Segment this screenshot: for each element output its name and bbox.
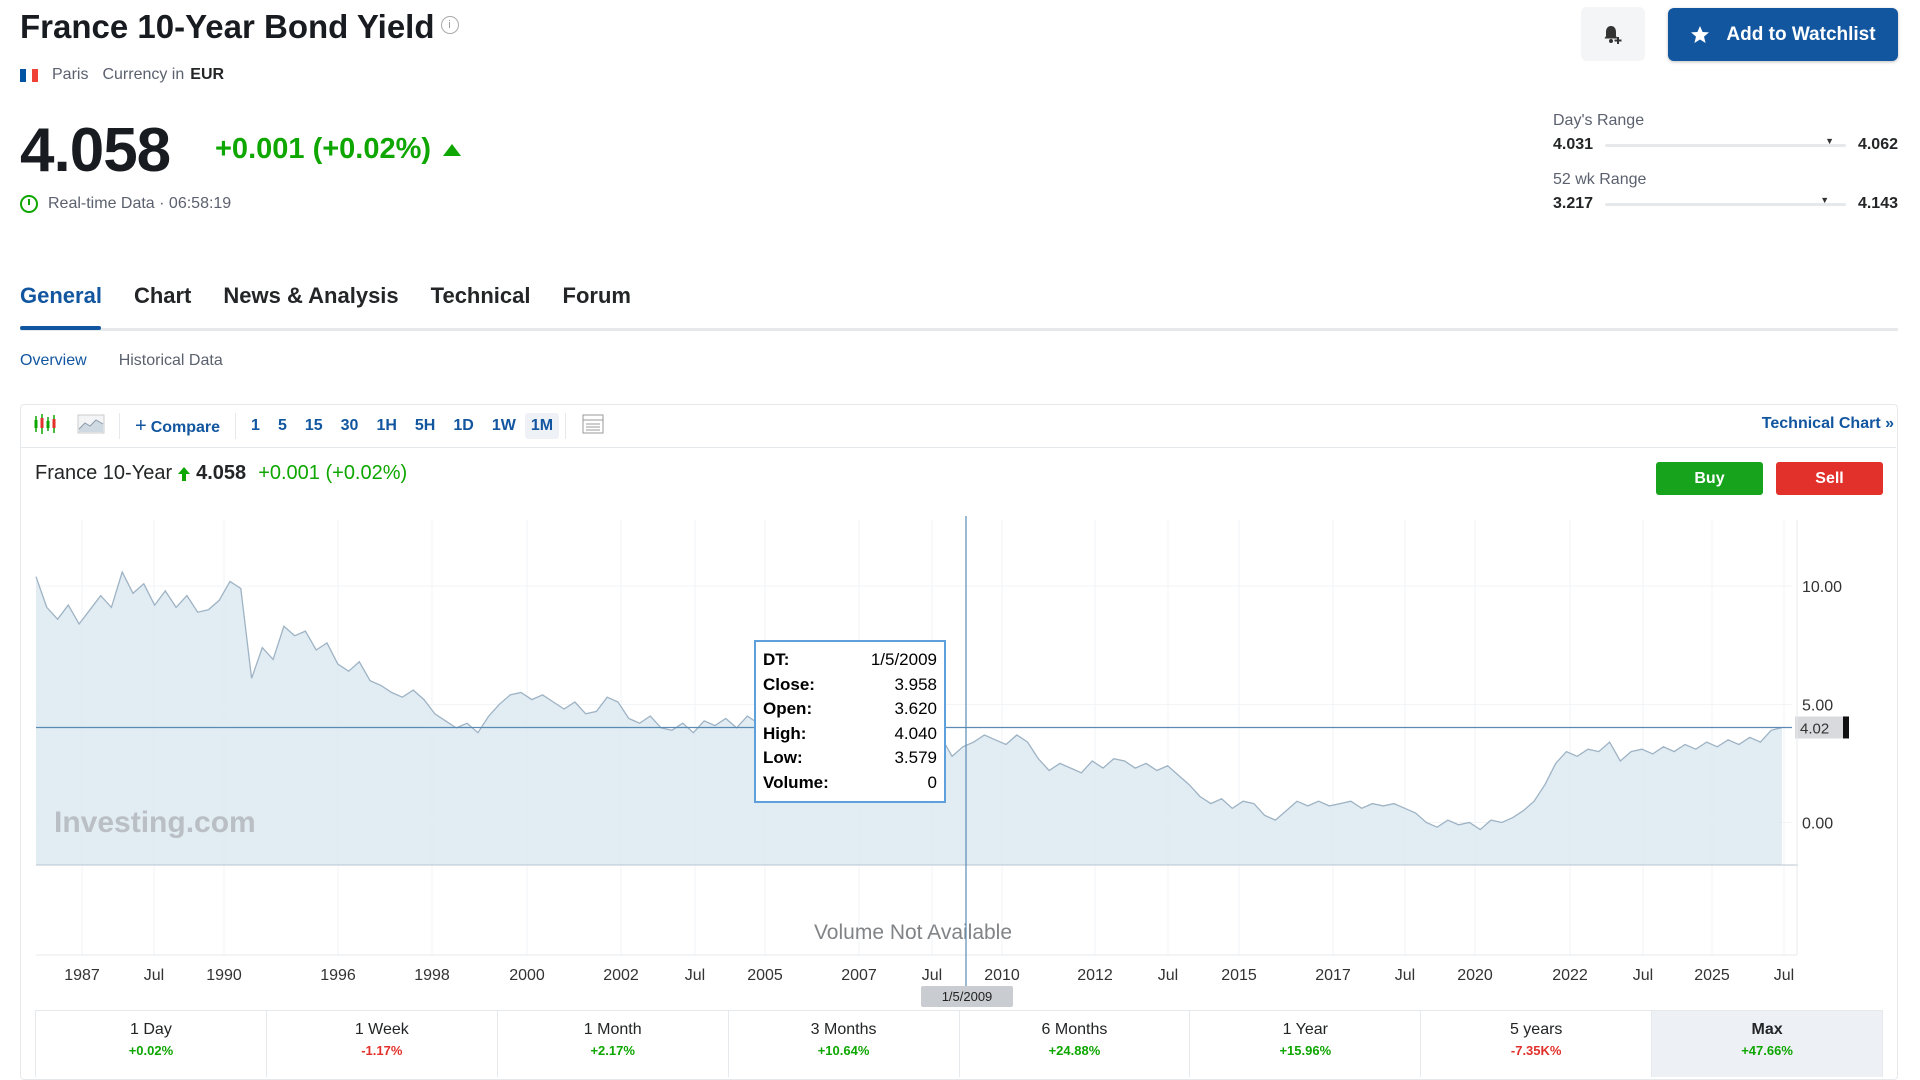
performance-period-3-months[interactable]: 3 Months +10.64% xyxy=(729,1011,960,1077)
current-price-tag-edge xyxy=(1843,716,1849,739)
tooltip-value: 3.579 xyxy=(894,748,937,767)
x-axis-tick-label: 1987 xyxy=(64,967,100,984)
performance-period-value: +24.88% xyxy=(1048,1043,1101,1058)
volume-not-available-label: Volume Not Available xyxy=(814,921,1012,944)
performance-period-label: 6 Months xyxy=(1041,1021,1108,1038)
performance-period-label: 1 Month xyxy=(583,1021,642,1038)
x-axis-tick-label: 1998 xyxy=(414,967,450,984)
performance-period-value: +10.64% xyxy=(817,1043,870,1058)
x-axis-tick-label: 2015 xyxy=(1221,967,1257,984)
performance-period-value: -7.35K% xyxy=(1510,1043,1562,1058)
x-axis-tick-label: Jul xyxy=(685,967,705,984)
performance-period-1-year[interactable]: 1 Year +15.96% xyxy=(1190,1011,1422,1077)
x-axis-tick-label: Jul xyxy=(1633,967,1653,984)
performance-period-label: Max xyxy=(1751,1021,1783,1038)
price-chart[interactable]: 4.02 10.00 5.00 0.00 Volume Not Available Inv… xyxy=(0,0,1920,1066)
performance-period-label: 1 Year xyxy=(1282,1021,1328,1038)
x-axis-tick-label: 2020 xyxy=(1457,967,1493,984)
tooltip-row: Low: 3.579 xyxy=(763,746,937,771)
tooltip-value: 1/5/2009 xyxy=(870,650,937,669)
tooltip-key: Low: xyxy=(763,748,803,767)
x-axis-tick-label: 2002 xyxy=(603,967,639,984)
x-axis-tick-label: 2000 xyxy=(509,967,545,984)
performance-period-value: +0.02% xyxy=(128,1043,174,1058)
tooltip-key: High: xyxy=(763,723,807,743)
x-axis-tick-label: 2010 xyxy=(984,967,1020,984)
performance-period-1-week[interactable]: 1 Week -1.17% xyxy=(267,1011,498,1077)
y-axis-tick-label: 10.00 xyxy=(1802,579,1842,596)
x-axis-tick-label: 2012 xyxy=(1077,967,1113,984)
performance-period-label: 1 Day xyxy=(130,1021,172,1038)
x-axis-tick-label: 2022 xyxy=(1552,967,1588,984)
performance-strip: 1 Day +0.02% 1 Week -1.17% 1 Month +2.17% 3 Mo… xyxy=(35,1010,1883,1077)
x-axis-tick-label: Jul xyxy=(1395,967,1415,984)
performance-period-label: 5 years xyxy=(1509,1021,1563,1038)
x-axis-tick-label: 2025 xyxy=(1694,967,1730,984)
tooltip-key: Close: xyxy=(763,674,815,694)
x-axis-tick-label: 1996 xyxy=(320,967,356,984)
x-axis-tick-label: 2017 xyxy=(1315,967,1351,984)
performance-period-label: 1 Week xyxy=(354,1021,409,1038)
y-axis-tick-label: 5.00 xyxy=(1802,697,1833,714)
tooltip-row: High: 4.040 xyxy=(763,722,937,747)
performance-period-1-month[interactable]: 1 Month +2.17% xyxy=(498,1011,729,1077)
crosshair-date-label: 1/5/2009 xyxy=(942,989,993,1004)
tooltip-key: DT: xyxy=(763,650,790,669)
performance-period-6-months[interactable]: 6 Months +24.88% xyxy=(960,1011,1191,1077)
tooltip-value: 3.620 xyxy=(894,699,937,718)
y-axis-tick-label: 0.00 xyxy=(1802,815,1833,832)
crosshair-tooltip: DT: 1/5/2009 Close: 3.958 Open: 3.620 High:… xyxy=(754,640,946,803)
tooltip-key: Open: xyxy=(763,699,813,718)
x-axis-tick-label: 1990 xyxy=(206,967,242,984)
performance-period-label: 3 Months xyxy=(810,1021,877,1038)
x-axis-tick-label: Jul xyxy=(144,967,164,984)
performance-period-value: +47.66% xyxy=(1741,1043,1793,1058)
tooltip-value: 3.958 xyxy=(894,674,937,694)
tooltip-row: Close: 3.958 xyxy=(763,673,937,698)
performance-period-max[interactable]: Max +47.66% xyxy=(1652,1011,1883,1077)
x-axis-tick-label: Jul xyxy=(1774,967,1794,984)
performance-period-1-day[interactable]: 1 Day +0.02% xyxy=(35,1011,267,1077)
tooltip-value: 4.040 xyxy=(894,723,937,743)
tooltip-key: Volume: xyxy=(763,772,829,792)
x-axis-tick-label: 2007 xyxy=(841,967,877,984)
x-axis-tick-label: Jul xyxy=(922,967,942,984)
performance-period-value: -1.17% xyxy=(361,1043,403,1058)
tooltip-value: 0 xyxy=(927,772,937,792)
x-axis-tick-label: Jul xyxy=(1158,967,1178,984)
tooltip-row: Open: 3.620 xyxy=(763,697,937,722)
tooltip-row: DT: 1/5/2009 xyxy=(763,648,937,673)
investing-watermark: Investing.com xyxy=(54,806,256,839)
performance-period-value: +2.17% xyxy=(590,1043,635,1058)
performance-period-value: +15.96% xyxy=(1279,1043,1332,1058)
tooltip-row: Volume: 0 xyxy=(763,771,937,796)
x-axis-tick-label: 2005 xyxy=(747,967,783,984)
current-price-label: 4.02 xyxy=(1800,720,1829,737)
performance-period-5-years[interactable]: 5 years -7.35K% xyxy=(1421,1011,1653,1077)
